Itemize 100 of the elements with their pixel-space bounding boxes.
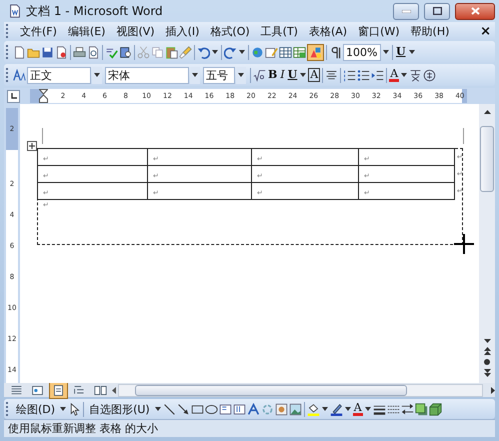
tab-selector[interactable] [7, 90, 20, 102]
draw-menu[interactable]: 绘图(D) [13, 402, 58, 416]
arrow-style-icon[interactable] [400, 402, 414, 416]
zoom-field[interactable]: 100% [343, 44, 381, 60]
printer-icon[interactable] [73, 46, 86, 58]
caret-icon[interactable] [300, 73, 306, 77]
spreadsheet-icon[interactable] [293, 46, 306, 58]
character-border-button[interactable]: A [308, 68, 320, 82]
reading-layout-icon[interactable] [94, 384, 107, 396]
underline-button[interactable]: U [395, 45, 407, 59]
undo-icon[interactable] [197, 46, 210, 58]
caret-icon[interactable] [192, 73, 198, 77]
3d-icon[interactable] [428, 402, 442, 416]
autoshapes-menu[interactable]: 自选图形(U) [86, 402, 153, 416]
caret-icon[interactable] [322, 407, 328, 411]
save-icon[interactable] [41, 46, 54, 58]
style-dropdown[interactable]: 正文 [27, 66, 91, 84]
outline-view-icon[interactable] [73, 384, 86, 396]
vertical-scrollbar[interactable] [479, 104, 495, 383]
formula-icon[interactable] [253, 68, 266, 82]
caret-icon[interactable] [154, 407, 161, 411]
font-dropdown[interactable]: 宋体 [105, 66, 189, 84]
scroll-left-icon[interactable] [112, 386, 116, 394]
close-icon[interactable] [470, 7, 480, 15]
left-tab-icon[interactable] [10, 92, 18, 100]
clip-art-icon[interactable] [274, 402, 288, 416]
minimize-button[interactable] [393, 2, 419, 20]
numbered-list-icon[interactable] [343, 68, 356, 82]
vertical-text-box-icon[interactable] [232, 402, 246, 416]
document-icon[interactable] [8, 4, 22, 18]
menu-item[interactable]: 文件(F) [17, 24, 60, 38]
scroll-up-icon[interactable] [484, 110, 490, 114]
print-layout-icon[interactable] [52, 384, 65, 396]
line-icon[interactable] [162, 402, 176, 416]
underline-button[interactable]: U [286, 68, 298, 82]
scroll-right-icon[interactable] [491, 386, 495, 394]
caret-icon[interactable] [238, 73, 244, 77]
menu-item[interactable]: 工具(T) [258, 24, 301, 38]
bulleted-list-icon[interactable] [357, 68, 370, 82]
caret-icon[interactable] [344, 407, 351, 411]
maximize-icon[interactable] [432, 7, 442, 15]
picture-icon[interactable] [288, 402, 302, 416]
line-color-icon[interactable] [330, 402, 343, 416]
caret-icon[interactable] [408, 50, 415, 54]
text-box-icon[interactable] [218, 402, 232, 416]
phonetic-guide-icon[interactable] [409, 68, 422, 82]
arrow-icon[interactable] [176, 402, 190, 416]
indent-icon[interactable] [371, 68, 384, 82]
styles-icon[interactable] [13, 68, 26, 82]
close-button[interactable] [455, 2, 495, 20]
table-pencil-icon[interactable] [265, 46, 278, 58]
scroll-down-icon[interactable] [484, 339, 490, 343]
table-icon[interactable] [279, 46, 292, 58]
next-page-icon[interactable] [484, 369, 490, 377]
redo-icon[interactable] [224, 46, 237, 58]
font-color-button[interactable]: A [352, 402, 363, 416]
menu-item[interactable]: 表格(A) [306, 24, 350, 38]
caret-icon[interactable] [212, 50, 218, 54]
menu-item[interactable]: 帮助(H) [408, 24, 452, 38]
menu-item[interactable]: 窗口(W) [355, 24, 403, 38]
fill-color-icon[interactable] [306, 402, 320, 416]
print-preview-icon[interactable] [87, 46, 100, 58]
web-layout-icon[interactable] [31, 384, 44, 396]
shadow-icon[interactable] [414, 402, 428, 416]
font-size-dropdown[interactable]: 五号 [203, 66, 235, 84]
maximize-button[interactable] [424, 2, 450, 20]
format-painter-icon[interactable] [179, 46, 192, 58]
globe-icon[interactable] [251, 46, 264, 58]
menu-item[interactable]: 视图(V) [113, 24, 158, 38]
book-icon[interactable] [119, 46, 132, 58]
caret-icon[interactable] [94, 73, 100, 77]
menu-item[interactable]: 编辑(E) [64, 24, 108, 38]
pilcrow-icon[interactable] [329, 46, 342, 58]
caret-icon[interactable] [401, 73, 408, 77]
caret-icon[interactable] [60, 407, 66, 411]
scrollbar-thumb[interactable] [135, 384, 407, 396]
oval-icon[interactable] [204, 402, 218, 416]
scrollbar-thumb[interactable] [480, 126, 494, 192]
previous-page-icon[interactable] [484, 347, 490, 355]
bold-button[interactable]: B [267, 68, 278, 82]
indent-marker-icon[interactable] [39, 89, 48, 103]
pointer-icon[interactable] [68, 402, 82, 416]
caret-icon[interactable] [383, 50, 389, 54]
font-color-button[interactable]: A [389, 68, 400, 82]
circled-character-icon[interactable] [423, 68, 436, 82]
rectangle-icon[interactable] [190, 402, 204, 416]
menu-item[interactable]: 格式(O) [207, 24, 253, 38]
browse-object-icon[interactable] [484, 359, 490, 365]
permission-icon[interactable] [55, 46, 68, 58]
new-document-icon[interactable] [13, 46, 26, 58]
italic-button[interactable]: I [279, 68, 286, 82]
wordart-icon[interactable] [246, 402, 260, 416]
table-move-handle-icon[interactable] [27, 141, 37, 151]
center-align-icon[interactable] [325, 68, 338, 82]
paste-icon[interactable] [165, 46, 178, 58]
normal-view-icon[interactable] [10, 384, 23, 396]
horizontal-scrollbar[interactable] [118, 384, 483, 396]
menu-item[interactable]: 插入(I) [162, 24, 202, 38]
close-document-button[interactable]: × [476, 24, 495, 38]
caret-icon[interactable] [239, 50, 245, 54]
